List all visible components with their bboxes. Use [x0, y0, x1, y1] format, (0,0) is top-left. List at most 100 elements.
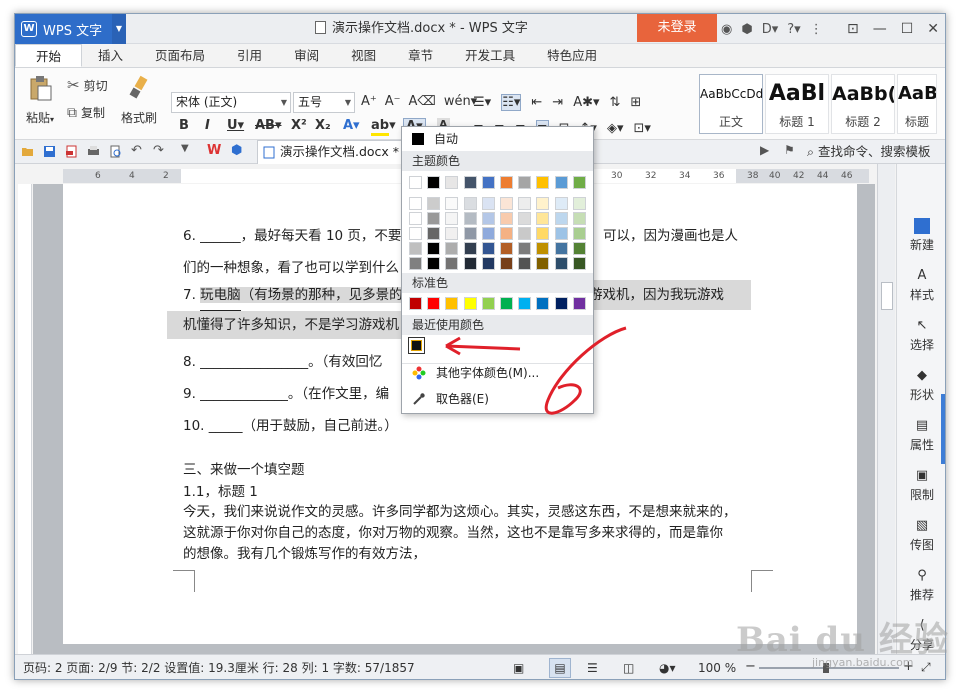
side-recommend-button[interactable]: ⚲ 推荐: [897, 568, 945, 603]
style-heading-1[interactable]: AaBl 标题 1: [765, 74, 829, 134]
tab-page-layout[interactable]: 页面布局: [139, 44, 221, 67]
theme-color-swatch[interactable]: [481, 176, 495, 189]
side-new-button[interactable]: 新建: [897, 218, 945, 253]
print-preview-icon[interactable]: [109, 145, 122, 158]
standard-color-swatch[interactable]: [518, 297, 532, 310]
text-effect-button[interactable]: A▾: [343, 118, 360, 133]
help-icon[interactable]: ?▾: [787, 22, 800, 37]
recent-color-swatch[interactable]: [408, 337, 425, 354]
side-panel-toggle[interactable]: [941, 394, 945, 464]
theme-shade-swatch[interactable]: [536, 197, 550, 210]
auto-color-option[interactable]: 自动: [402, 129, 593, 149]
underline-button[interactable]: U▾: [227, 118, 244, 133]
tab-references[interactable]: 引用: [221, 44, 278, 67]
theme-shade-swatch[interactable]: [518, 242, 532, 255]
side-select-button[interactable]: ↖ 选择: [897, 318, 945, 353]
theme-shade-swatch[interactable]: [481, 257, 495, 270]
clear-format-icon[interactable]: A⌫: [409, 94, 436, 109]
theme-shade-swatch[interactable]: [554, 197, 568, 210]
theme-shade-swatch[interactable]: [427, 257, 441, 270]
customize-arrow-icon[interactable]: ▼: [181, 143, 194, 156]
superscript-button[interactable]: X²: [291, 118, 307, 133]
theme-shade-swatch[interactable]: [536, 212, 550, 225]
find-command-box[interactable]: ⌕ 查找命令、搜索模板: [807, 140, 931, 164]
wps-home-icon[interactable]: W: [207, 143, 221, 158]
maximize-icon[interactable]: ☐: [901, 21, 914, 37]
tab-home[interactable]: 开始: [15, 44, 83, 67]
theme-shade-swatch[interactable]: [427, 197, 441, 210]
theme-shade-swatch[interactable]: [427, 242, 441, 255]
app-menu-button[interactable]: W WPS 文字 ▼: [15, 14, 126, 44]
theme-shade-swatch[interactable]: [445, 242, 459, 255]
more-icon[interactable]: ⋮: [810, 22, 823, 37]
style-heading-2[interactable]: AaBb( 标题 2: [831, 74, 895, 134]
print-icon[interactable]: [87, 145, 100, 158]
tab-insert[interactable]: 插入: [82, 44, 139, 67]
shrink-font-icon[interactable]: A⁻: [385, 94, 401, 109]
theme-shade-swatch[interactable]: [500, 227, 513, 240]
document-tab[interactable]: 演示操作文档.docx *: [257, 140, 410, 164]
side-properties-button[interactable]: ▤ 属性: [897, 418, 945, 453]
strikethrough-button[interactable]: AB▾: [255, 118, 282, 133]
theme-shade-swatch[interactable]: [409, 257, 422, 270]
highlight-button[interactable]: ab▾: [371, 118, 396, 136]
scrollbar-thumb[interactable]: [881, 282, 893, 310]
theme-shade-swatch[interactable]: [445, 212, 459, 225]
minimize-icon[interactable]: —: [873, 21, 887, 37]
chinese-layout-icon[interactable]: A✱▾: [573, 95, 599, 110]
theme-shade-swatch[interactable]: [518, 212, 532, 225]
undo-icon[interactable]: ↶: [131, 143, 144, 158]
style-title[interactable]: AaB 标题: [897, 74, 937, 134]
theme-color-swatch[interactable]: [518, 176, 532, 189]
side-style-button[interactable]: A 样式: [897, 268, 945, 303]
skin-icon[interactable]: ◉: [721, 22, 732, 37]
theme-shade-swatch[interactable]: [536, 242, 550, 255]
tab-view[interactable]: 视图: [335, 44, 392, 67]
vertical-scrollbar[interactable]: [877, 164, 895, 654]
theme-shade-swatch[interactable]: [518, 227, 532, 240]
tab-developer[interactable]: 开发工具: [449, 44, 531, 67]
standard-color-swatch[interactable]: [572, 297, 586, 310]
restore-tab-icon[interactable]: ⊡: [847, 21, 859, 37]
theme-shade-swatch[interactable]: [536, 257, 550, 270]
theme-color-swatch[interactable]: [500, 176, 513, 189]
theme-shade-swatch[interactable]: [500, 242, 513, 255]
theme-shade-swatch[interactable]: [427, 227, 441, 240]
side-shape-button[interactable]: ◆ 形状: [897, 368, 945, 403]
standard-color-swatch[interactable]: [500, 297, 513, 310]
theme-shade-swatch[interactable]: [536, 227, 550, 240]
zoom-level[interactable]: 100 %: [698, 655, 736, 679]
theme-shade-swatch[interactable]: [572, 227, 586, 240]
tab-special[interactable]: 特色应用: [531, 44, 613, 67]
theme-shade-swatch[interactable]: [554, 242, 568, 255]
tab-chapter[interactable]: 章节: [392, 44, 449, 67]
theme-color-swatch[interactable]: [409, 176, 422, 189]
video-icon[interactable]: ▶: [760, 143, 773, 157]
theme-shade-swatch[interactable]: [500, 212, 513, 225]
theme-shade-swatch[interactable]: [481, 212, 495, 225]
fullscreen-icon[interactable]: ⤢: [921, 660, 931, 675]
share-icon[interactable]: D▾: [762, 22, 779, 37]
theme-shade-swatch[interactable]: [481, 227, 495, 240]
theme-shade-swatch[interactable]: [500, 197, 513, 210]
theme-shade-swatch[interactable]: [445, 227, 459, 240]
theme-shade-swatch[interactable]: [572, 212, 586, 225]
copy-button[interactable]: ⧉ 复制: [67, 104, 105, 121]
eyedropper-option[interactable]: 取色器(E): [402, 387, 593, 411]
increase-indent-icon[interactable]: ⇥: [552, 95, 563, 110]
theme-shade-swatch[interactable]: [445, 197, 459, 210]
theme-shade-swatch[interactable]: [463, 242, 477, 255]
numbered-list-icon[interactable]: ☷▾: [501, 94, 522, 111]
theme-shade-swatch[interactable]: [518, 197, 532, 210]
standard-color-swatch[interactable]: [554, 297, 568, 310]
vertical-ruler[interactable]: [18, 184, 32, 654]
font-name-select[interactable]: 宋体 (正文) ▼: [171, 92, 291, 113]
theme-shade-swatch[interactable]: [445, 257, 459, 270]
theme-shade-swatch[interactable]: [427, 212, 441, 225]
paste-button[interactable]: 粘贴▾: [23, 74, 57, 126]
login-button[interactable]: 未登录: [637, 14, 717, 42]
close-icon[interactable]: ✕: [927, 21, 939, 37]
eye-protect-icon[interactable]: ◕▾: [659, 661, 676, 675]
theme-color-swatch[interactable]: [536, 176, 550, 189]
redo-icon[interactable]: ↷: [153, 143, 166, 158]
